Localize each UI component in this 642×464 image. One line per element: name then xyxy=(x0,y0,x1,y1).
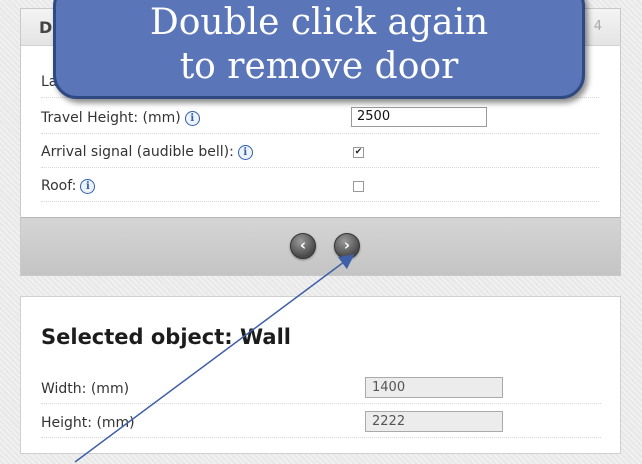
width-label: Width: (mm) xyxy=(41,381,130,397)
height-label: Height: (mm) xyxy=(41,415,135,431)
next-button[interactable]: › xyxy=(334,233,360,259)
info-icon[interactable]: i xyxy=(80,179,96,194)
previous-button[interactable]: ‹ xyxy=(290,233,316,259)
callout-line-2: to remove door xyxy=(179,46,459,87)
roof-label: Roof: xyxy=(41,178,77,194)
info-icon[interactable]: i xyxy=(184,111,200,126)
selected-object-title: Selected object: Wall xyxy=(41,325,291,349)
height-field[interactable]: 2222 xyxy=(365,411,503,432)
selected-object-panel: Selected object: Wall Width: (mm) 1400 H… xyxy=(20,296,621,454)
panel-footer xyxy=(21,217,620,275)
width-row: Width: (mm) 1400 xyxy=(41,375,601,404)
arrival-signal-row: Arrival signal (audible bell): i ✔ xyxy=(41,139,599,168)
callout-line-1: Double click again xyxy=(149,2,489,43)
travel-height-input[interactable]: 2500 xyxy=(351,107,487,127)
travel-height-label: Travel Height: (mm) xyxy=(41,110,181,126)
annotation-callout: Double click again to remove door xyxy=(53,0,585,99)
roof-row: Roof: i xyxy=(41,173,599,202)
info-icon[interactable]: i xyxy=(237,145,253,160)
arrival-signal-label: Arrival signal (audible bell): xyxy=(41,144,234,160)
panel-title: D xyxy=(39,18,53,37)
arrival-signal-checkbox[interactable]: ✔ xyxy=(353,147,364,158)
roof-checkbox[interactable] xyxy=(353,181,364,192)
step-number: 4 xyxy=(593,19,602,34)
height-row: Height: (mm) 2222 xyxy=(41,409,601,438)
width-field[interactable]: 1400 xyxy=(365,377,503,398)
travel-height-row: Travel Height: (mm) i 2500 xyxy=(41,105,599,134)
